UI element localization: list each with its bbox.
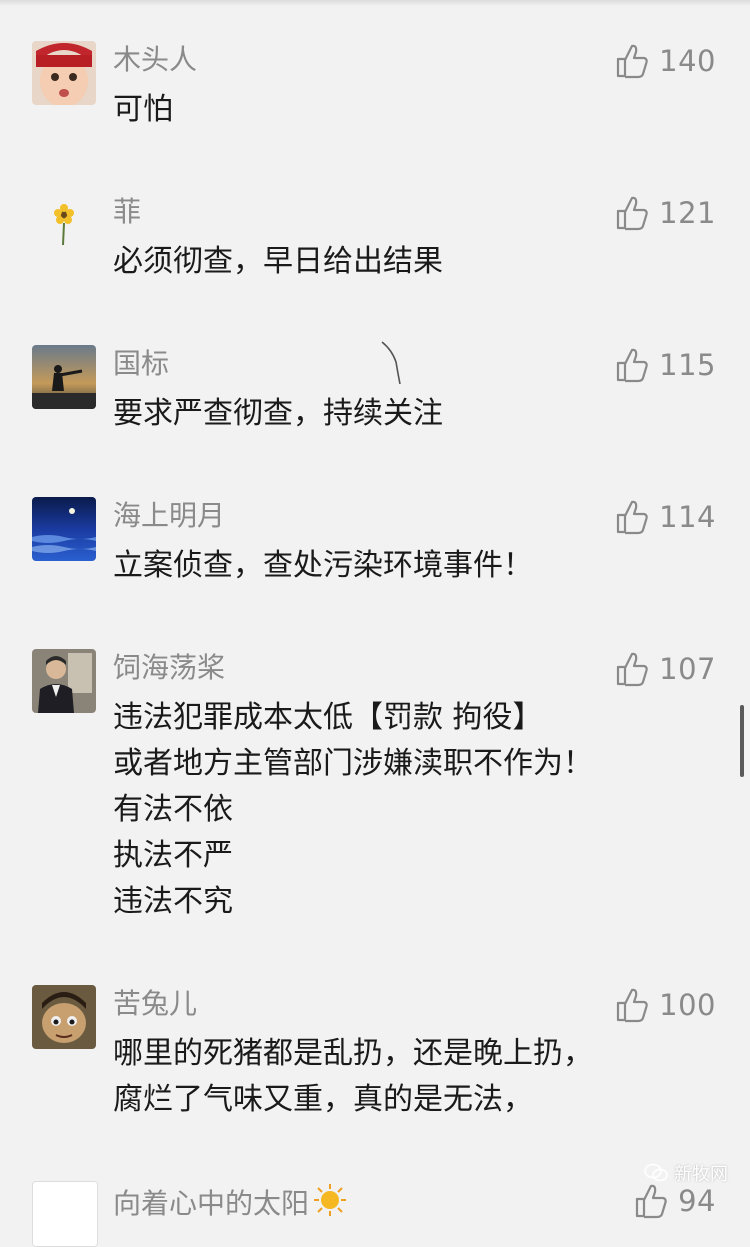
thumbs-up-icon xyxy=(615,347,649,383)
comment-author[interactable]: 木头人 xyxy=(113,43,197,77)
comment-line: 违法不究 xyxy=(113,884,233,919)
like-count: 121 xyxy=(659,196,716,230)
avatar[interactable] xyxy=(32,41,96,105)
comment-author[interactable]: 国标 xyxy=(113,347,169,381)
like-count: 100 xyxy=(659,988,716,1022)
silhouette-avatar-image xyxy=(32,345,96,409)
like-count: 107 xyxy=(659,652,716,686)
like-button[interactable]: 114 xyxy=(615,497,716,537)
comment-author-label: 向着心中的太阳 xyxy=(113,1187,310,1220)
avatar[interactable] xyxy=(32,985,96,1049)
avatar[interactable] xyxy=(32,649,96,713)
like-button[interactable]: 94 xyxy=(634,1181,716,1221)
thumbs-up-icon xyxy=(615,43,649,79)
white-avatar-image xyxy=(33,1182,97,1246)
flower-avatar-image xyxy=(32,193,96,257)
comment-line: 有法不依 xyxy=(113,792,233,827)
like-button[interactable]: 140 xyxy=(615,41,716,81)
watermark-text: 新牧网 xyxy=(674,1164,728,1185)
comment-line: 要求严查彻查，持续关注 xyxy=(113,396,443,431)
comment-line: 哪里的死猪都是乱扔，还是晚上扔， xyxy=(113,1036,593,1071)
thumbs-up-icon xyxy=(615,195,649,231)
comment-line: 腐烂了气味又重，真的是无法， xyxy=(113,1082,533,1117)
comment-line: 立案侦查，查处污染环境事件！ xyxy=(113,548,533,583)
comment-text: 哪里的死猪都是乱扔，还是晚上扔， 腐烂了气味又重，真的是无法， xyxy=(113,1031,593,1123)
like-button[interactable]: 100 xyxy=(615,985,716,1025)
avatar[interactable] xyxy=(32,1181,98,1247)
like-count: 94 xyxy=(678,1184,716,1218)
scrollbar-thumb[interactable] xyxy=(740,705,744,777)
comment-author[interactable]: 苦兔儿 xyxy=(113,987,197,1021)
thumbs-up-icon xyxy=(615,499,649,535)
like-count: 140 xyxy=(659,44,716,78)
top-divider xyxy=(0,0,750,6)
comment-author[interactable]: 向着心中的太阳 xyxy=(113,1183,347,1225)
comment-text: 立案侦查，查处污染环境事件！ xyxy=(113,543,533,589)
cartoon-avatar-image xyxy=(32,985,96,1049)
comment-line: 可怕 xyxy=(113,92,173,127)
like-count: 115 xyxy=(659,348,716,382)
comment-author[interactable]: 饲海荡桨 xyxy=(113,651,225,685)
comment-text: 必须彻查，早日给出结果 xyxy=(113,239,443,285)
sun-emoji-icon xyxy=(313,1183,347,1225)
comment-author[interactable]: 菲 xyxy=(113,195,141,229)
like-button[interactable]: 107 xyxy=(615,649,716,689)
comment-text: 要求严查彻查，持续关注 xyxy=(113,391,443,437)
thumbs-up-icon xyxy=(634,1183,668,1219)
like-button[interactable]: 121 xyxy=(615,193,716,233)
baby-avatar-image xyxy=(32,41,96,105)
like-button[interactable]: 115 xyxy=(615,345,716,385)
avatar[interactable] xyxy=(32,497,96,561)
like-count: 114 xyxy=(659,500,716,534)
comment-author[interactable]: 海上明月 xyxy=(113,499,225,533)
avatar[interactable] xyxy=(32,345,96,409)
avatar[interactable] xyxy=(32,193,96,257)
comment-text: 违法犯罪成本太低【罚款 拘役】 或者地方主管部门涉嫌渎职不作为！ 有法不依 执法… xyxy=(113,695,593,925)
comment-text: 可怕 xyxy=(113,87,173,133)
thumbs-up-icon xyxy=(615,987,649,1023)
thumbs-up-icon xyxy=(615,651,649,687)
watermark: 新牧网 xyxy=(644,1160,728,1186)
comment-line: 执法不严 xyxy=(113,838,233,873)
man-avatar-image xyxy=(32,649,96,713)
moon-sea-avatar-image xyxy=(32,497,96,561)
comment-line: 或者地方主管部门涉嫌渎职不作为！ xyxy=(113,746,593,781)
comment-line: 违法犯罪成本太低【罚款 拘役】 xyxy=(113,700,543,735)
comment-line: 必须彻查，早日给出结果 xyxy=(113,244,443,279)
wechat-icon xyxy=(644,1163,668,1183)
stray-stroke-mark xyxy=(378,340,408,390)
